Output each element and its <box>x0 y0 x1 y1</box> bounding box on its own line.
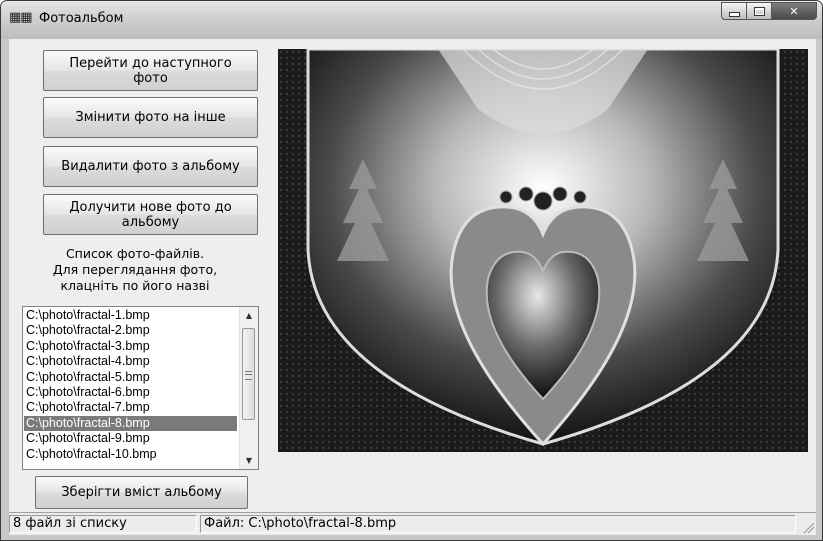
caption-line-1: Список фото-файлів. <box>65 246 205 261</box>
file-listbox[interactable]: C:\photo\fractal-1.bmp C:\photo\fractal-… <box>22 306 259 470</box>
app-icon: ▦▦ <box>9 10 33 25</box>
caption-line-3: клацніть по його назві <box>60 278 210 293</box>
save-album-button[interactable]: Зберігти вміст альбому <box>35 476 248 509</box>
close-icon: ✕ <box>789 4 799 18</box>
file-list: C:\photo\fractal-1.bmp C:\photo\fractal-… <box>24 308 237 468</box>
scroll-up-arrow-icon[interactable]: ▲ <box>240 307 258 324</box>
list-item[interactable]: C:\photo\fractal-5.bmp <box>24 370 237 385</box>
minimize-button[interactable] <box>721 2 747 20</box>
list-item[interactable]: C:\photo\fractal-1.bmp <box>24 308 237 323</box>
list-item[interactable]: C:\photo\fractal-6.bmp <box>24 385 237 400</box>
list-item[interactable]: C:\photo\fractal-9.bmp <box>24 431 237 446</box>
close-button[interactable]: ✕ <box>772 2 817 20</box>
maximize-button[interactable] <box>747 2 772 20</box>
minimize-icon <box>728 11 740 17</box>
list-item-partial[interactable] <box>24 462 237 468</box>
list-item[interactable]: C:\photo\fractal-3.bmp <box>24 339 237 354</box>
delete-photo-button[interactable]: Видалити фото з альбому <box>43 146 258 187</box>
main-window: ▦▦ Фотоальбом ✕ Перейти до наступного фо… <box>0 0 823 541</box>
photo-view <box>278 49 808 452</box>
scroll-thumb[interactable] <box>242 328 255 420</box>
list-item[interactable]: C:\photo\fractal-10.bmp <box>24 447 237 462</box>
add-photo-button[interactable]: Долучити нове фото до альбому <box>43 194 258 235</box>
status-count: 8 файл зі списку <box>9 515 197 533</box>
maximize-icon <box>753 6 765 16</box>
list-item[interactable]: C:\photo\fractal-2.bmp <box>24 323 237 338</box>
window-title: Фотоальбом <box>39 11 124 26</box>
next-photo-button[interactable]: Перейти до наступного фото <box>43 50 258 91</box>
fractal-heart-image <box>278 49 808 452</box>
caption-line-2: Для переглядання фото, <box>52 262 218 277</box>
caption-buttons: ✕ <box>721 2 817 20</box>
status-file: Файл: C:\photo\fractal-8.bmp <box>200 515 796 533</box>
resize-grip-icon[interactable] <box>802 521 814 533</box>
list-item-selected[interactable]: C:\photo\fractal-8.bmp <box>24 415 237 432</box>
file-list-caption: Список фото-файлів. Для переглядання фот… <box>25 246 245 294</box>
client-area: Перейти до наступного фото Змінити фото … <box>9 39 816 535</box>
scroll-down-arrow-icon[interactable]: ▼ <box>240 452 258 469</box>
list-item[interactable]: C:\photo\fractal-4.bmp <box>24 354 237 369</box>
change-photo-button[interactable]: Змінити фото на інше <box>43 97 258 138</box>
title-bar[interactable]: ▦▦ Фотоальбом ✕ <box>1 1 822 39</box>
grip-icon <box>245 371 252 380</box>
list-item[interactable]: C:\photo\fractal-7.bmp <box>24 400 237 415</box>
status-bar: 8 файл зі списку Файл: C:\photo\fractal-… <box>9 512 816 535</box>
list-scrollbar[interactable]: ▲ ▼ <box>239 307 258 469</box>
